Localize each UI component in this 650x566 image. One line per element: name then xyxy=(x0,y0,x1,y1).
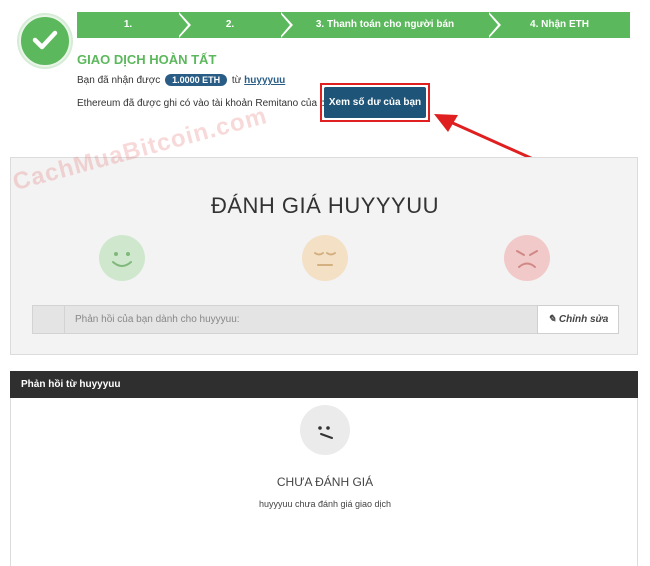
received-line: Bạn đã nhận được 1.0000 ETH từ huyyyuu xyxy=(77,74,285,86)
progress-steps: 1. 2. 3. Thanh toán cho người bán 4. Nhậ… xyxy=(77,12,630,38)
pencil-icon: ✎ xyxy=(547,314,557,325)
step-2: 2. xyxy=(179,12,281,38)
not-rated-title: CHƯA ĐÁNH GIÁ xyxy=(276,475,374,489)
smile-face-icon[interactable] xyxy=(99,235,145,281)
view-balance-button[interactable]: Xem số dư của bạn xyxy=(324,87,426,118)
step-divider xyxy=(487,12,498,38)
step-1: 1. xyxy=(77,12,179,38)
not-rated-subtitle: huyyyuu chưa đánh giá giao dịch xyxy=(258,499,392,509)
edit-button-label: Chỉnh sửa xyxy=(558,314,609,325)
received-prefix: Bạn đã nhận được xyxy=(77,75,161,86)
neutral-face-icon[interactable] xyxy=(302,235,348,281)
username-link[interactable]: huyyyuu xyxy=(244,75,285,86)
from-word: từ xyxy=(231,75,242,86)
undecided-face-icon xyxy=(300,405,350,455)
credited-text: Ethereum đã được ghi có vào tài khoản Re… xyxy=(77,98,340,109)
feedback-from-header: Phản hồi từ huyyyuu xyxy=(10,371,638,398)
step-divider xyxy=(279,12,290,38)
step-3: 3. Thanh toán cho người bán xyxy=(281,12,489,38)
step-label: 4. Nhận ETH xyxy=(530,19,589,30)
edit-button[interactable]: ✎ Chỉnh sửa xyxy=(537,305,619,334)
step-label: 1. xyxy=(123,19,133,30)
step-label: 2. xyxy=(225,19,235,30)
step-divider xyxy=(177,12,188,38)
angry-face-icon[interactable] xyxy=(504,235,550,281)
success-check-icon xyxy=(19,15,71,67)
step-4: 4. Nhận ETH xyxy=(489,12,630,38)
amount-badge: 1.0000 ETH xyxy=(165,74,228,86)
feedback-input[interactable]: Phản hồi của bạn dành cho huyyyuu: xyxy=(65,305,567,334)
transaction-complete-title: GIAO DỊCH HOÀN TẤT xyxy=(77,52,217,67)
feedback-addon xyxy=(32,305,65,334)
rating-title: ĐÁNH GIÁ HUYYYUU xyxy=(210,193,440,218)
step-label: 3. Thanh toán cho người bán xyxy=(315,19,455,30)
